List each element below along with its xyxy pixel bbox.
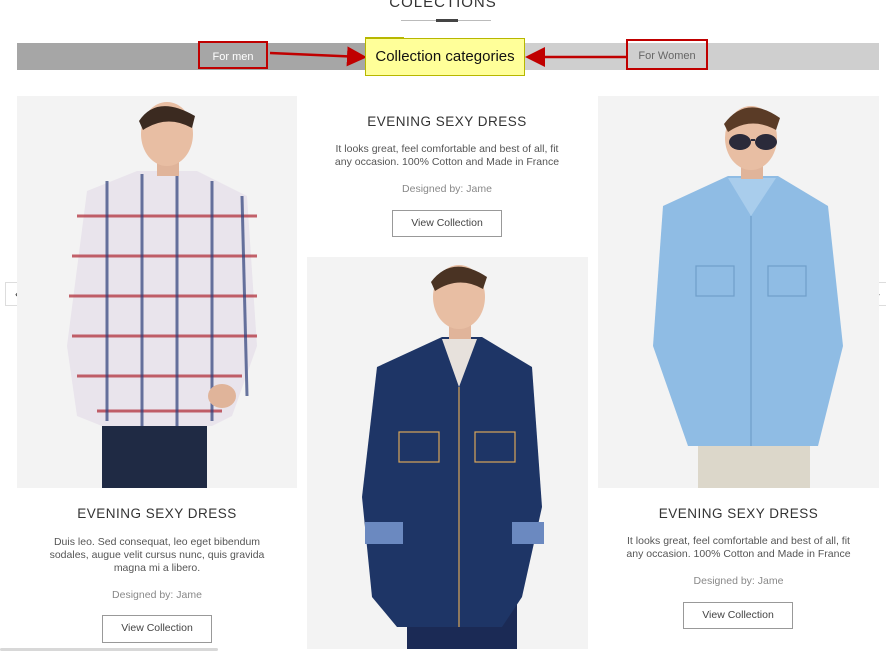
card-designer-right: Designed by: Jame bbox=[693, 575, 784, 587]
card-description-right: It looks great, feel comfortable and bes… bbox=[626, 535, 851, 560]
card-title-left: EVENING SEXY DRESS bbox=[77, 506, 237, 521]
card-designer-middle: Designed by: Jame bbox=[402, 183, 492, 195]
card-title-middle: EVENING SEXY DRESS bbox=[367, 114, 527, 129]
card-description-middle: It looks great, feel comfortable and bes… bbox=[334, 143, 560, 168]
card-designer-left: Designed by: Jame bbox=[112, 589, 202, 601]
card-description-left: Duis leo. Sed consequat, leo eget bibend… bbox=[49, 536, 265, 574]
man-denim-jacket-photo bbox=[307, 257, 588, 649]
product-image-light-blue-shirt[interactable] bbox=[598, 96, 879, 488]
man-light-blue-shirt-sunglasses-photo bbox=[598, 96, 879, 488]
view-collection-button-middle[interactable]: View Collection bbox=[392, 210, 502, 237]
card-title-right: EVENING SEXY DRESS bbox=[658, 506, 819, 521]
annotation-callout: Collection categories bbox=[365, 38, 525, 76]
man-plaid-shirt-photo bbox=[17, 96, 297, 488]
view-collection-button-left[interactable]: View Collection bbox=[102, 615, 212, 643]
product-image-plaid-shirt[interactable] bbox=[17, 96, 297, 488]
view-collection-button-right[interactable]: View Collection bbox=[683, 602, 793, 629]
arrow-to-men-tab bbox=[269, 46, 367, 67]
product-image-denim-jacket[interactable] bbox=[307, 257, 588, 649]
